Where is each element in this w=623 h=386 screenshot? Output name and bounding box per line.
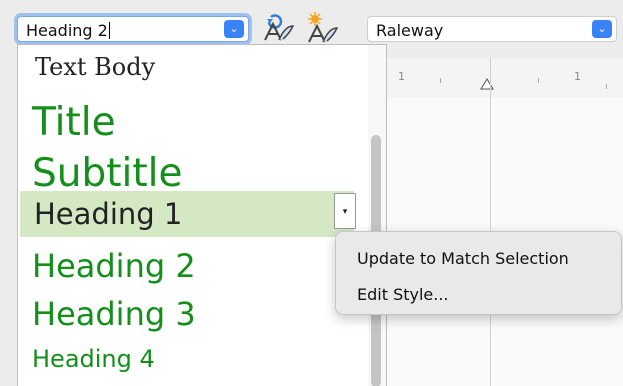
style-item-heading-1[interactable]: Heading 1 bbox=[20, 191, 354, 237]
style-item-title[interactable]: Title bbox=[32, 100, 116, 145]
style-dropdown-button[interactable]: ⌄ bbox=[224, 20, 244, 38]
horizontal-ruler[interactable]: 1 1 bbox=[378, 58, 623, 99]
font-dropdown-button[interactable]: ⌄ bbox=[592, 20, 612, 38]
text-caret bbox=[108, 22, 110, 39]
style-item-heading-2[interactable]: Heading 2 bbox=[32, 247, 196, 285]
style-context-menu: Update to Match Selection Edit Style... bbox=[335, 231, 622, 315]
update-style-icon[interactable] bbox=[259, 10, 295, 46]
style-item-text-body[interactable]: Text Body bbox=[35, 53, 155, 81]
font-name-combo[interactable]: Raleway ⌄ bbox=[367, 16, 617, 42]
style-item-menu-button[interactable]: ▾ bbox=[334, 193, 356, 229]
paragraph-style-list[interactable]: Text Body Title Subtitle Heading 1 ▾ Hea… bbox=[17, 44, 387, 386]
paragraph-style-combo[interactable]: Heading 2 ⌄ bbox=[17, 16, 249, 42]
font-name-input[interactable]: Raleway bbox=[376, 21, 443, 40]
style-item-label: Heading 1 bbox=[34, 197, 183, 231]
indent-marker-icon[interactable] bbox=[480, 78, 494, 90]
ruler-tick bbox=[606, 84, 607, 89]
style-item-subtitle[interactable]: Subtitle bbox=[32, 151, 182, 196]
page-margin-line bbox=[490, 58, 491, 386]
ruler-number: 1 bbox=[398, 70, 405, 83]
menu-item-update-to-match-selection[interactable]: Update to Match Selection bbox=[357, 249, 569, 268]
ruler-tick bbox=[440, 78, 441, 83]
style-item-heading-3[interactable]: Heading 3 bbox=[32, 295, 196, 333]
ruler-tick bbox=[538, 78, 539, 83]
ruler-number: 1 bbox=[574, 70, 581, 83]
paragraph-style-input[interactable]: Heading 2 bbox=[26, 21, 110, 40]
new-style-icon[interactable] bbox=[303, 10, 339, 46]
style-item-heading-4[interactable]: Heading 4 bbox=[32, 345, 155, 373]
menu-item-edit-style[interactable]: Edit Style... bbox=[357, 285, 449, 304]
